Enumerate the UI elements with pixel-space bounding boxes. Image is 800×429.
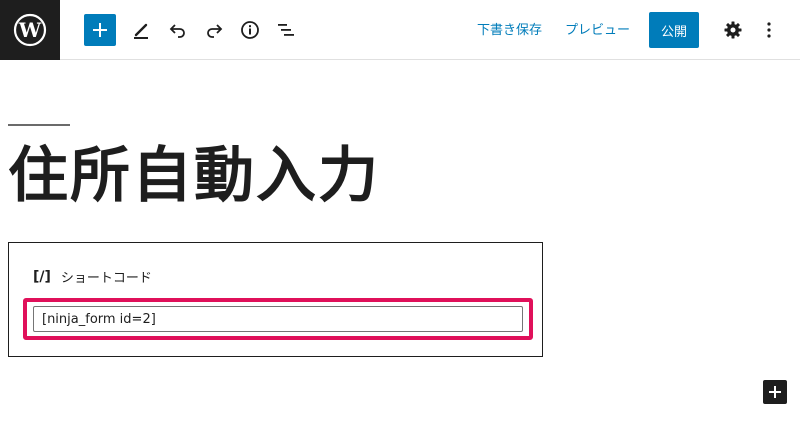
publish-button[interactable]: 公開 <box>649 12 699 48</box>
wordpress-logo-button[interactable]: W <box>0 0 60 60</box>
plus-icon <box>93 23 107 37</box>
title-divider <box>8 124 70 126</box>
list-view-icon <box>278 24 294 36</box>
svg-text:W: W <box>18 18 42 42</box>
redo-icon <box>207 24 223 38</box>
plus-icon <box>769 386 781 398</box>
shortcode-input[interactable] <box>33 306 523 332</box>
add-block-button[interactable] <box>84 14 116 46</box>
preview-button[interactable]: プレビュー <box>565 19 630 38</box>
options-button[interactable] <box>755 16 783 44</box>
settings-button[interactable] <box>719 16 747 44</box>
more-vertical-icon <box>767 22 771 38</box>
info-icon <box>241 21 259 39</box>
block-inserter-button[interactable] <box>763 380 787 404</box>
redo-button[interactable] <box>200 16 228 44</box>
shortcode-block[interactable]: [/] ショートコード <box>8 242 543 357</box>
undo-button[interactable] <box>164 16 192 44</box>
shortcode-highlight-frame <box>23 298 533 340</box>
undo-icon <box>169 24 185 38</box>
wordpress-logo-icon: W <box>13 13 47 47</box>
list-view-button[interactable] <box>272 16 300 44</box>
shortcode-icon: [/] <box>33 268 51 285</box>
shortcode-block-title: ショートコード <box>60 271 152 286</box>
save-draft-button[interactable]: 下書き保存 <box>477 19 542 38</box>
editor-top-toolbar: W 下書き保存 プレビュー 公開 <box>0 0 800 60</box>
shortcode-block-label: [/] ショートコード <box>33 267 152 287</box>
pencil-icon <box>134 23 148 39</box>
tools-button[interactable] <box>127 16 155 44</box>
details-button[interactable] <box>236 16 264 44</box>
gear-icon <box>724 21 742 39</box>
post-title[interactable]: 住所自動入力 <box>8 138 380 214</box>
